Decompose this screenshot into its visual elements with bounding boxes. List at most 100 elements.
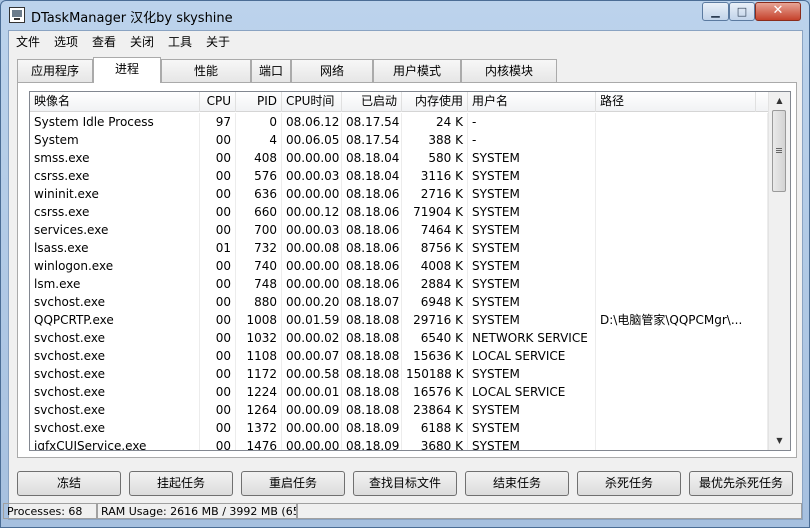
- freeze-button[interactable]: 冻结: [17, 471, 121, 496]
- cell-path: [596, 221, 768, 239]
- cell-username: SYSTEM: [468, 185, 596, 203]
- kill-task-button[interactable]: 杀死任务: [577, 471, 681, 496]
- vertical-scrollbar[interactable]: ▲ ▼: [768, 92, 790, 450]
- title-bar[interactable]: DTaskManager 汉化by skyshine ▁ □ ✕: [1, 1, 809, 29]
- restart-task-button[interactable]: 重启任务: [241, 471, 345, 496]
- cell-path: [596, 131, 768, 149]
- cell-username: -: [468, 113, 596, 131]
- menu-view[interactable]: 查看: [89, 33, 119, 50]
- cell-started: 08.18.06: [342, 257, 402, 275]
- grip-icon: [776, 148, 782, 153]
- menu-about[interactable]: 关于: [203, 33, 233, 50]
- close-button[interactable]: ✕: [755, 2, 801, 21]
- table-row[interactable]: svchost.exe 00 1372 00.00.00 08.18.09 6188 KS…: [30, 419, 768, 437]
- cell-cpu-time: 00.00.08: [282, 239, 342, 257]
- cell-path: [596, 419, 768, 437]
- cell-cpu: 97: [200, 113, 236, 131]
- suspend-task-button[interactable]: 挂起任务: [129, 471, 233, 496]
- table-row[interactable]: services.exe 00 700 00.00.03 08.18.06 7464 KS…: [30, 221, 768, 239]
- cell-started: 08.17.54: [342, 113, 402, 131]
- column-username[interactable]: 用户名: [468, 92, 596, 112]
- tab-network[interactable]: 网络: [291, 59, 373, 82]
- cell-pid: 880: [236, 293, 282, 311]
- column-cpu[interactable]: CPU: [200, 92, 236, 112]
- cell-pid: 0: [236, 113, 282, 131]
- table-row[interactable]: System 00 4 00.06.05 08.17.54 388 K-: [30, 131, 768, 149]
- cell-started: 08.17.54: [342, 131, 402, 149]
- table-row[interactable]: winlogon.exe 00 740 00.00.00 08.18.06 4008 KS…: [30, 257, 768, 275]
- cell-cpu: 00: [200, 257, 236, 275]
- table-row[interactable]: QQPCRTP.exe 00 1008 00.01.59 08.18.08 29716 K…: [30, 311, 768, 329]
- column-cpu-time[interactable]: CPU时间: [282, 92, 342, 112]
- table-row[interactable]: igfxCUIService.exe 00 1476 00.00.00 08.18.09…: [30, 437, 768, 450]
- column-path[interactable]: 路径: [596, 92, 756, 112]
- table-row[interactable]: csrss.exe 00 660 00.00.12 08.18.06 71904 K SYS…: [30, 203, 768, 221]
- table-row[interactable]: svchost.exe 00 1172 00.00.58 08.18.08 150188 …: [30, 365, 768, 383]
- column-memory[interactable]: 内存使用: [402, 92, 468, 112]
- cell-cpu-time: 00.00.00: [282, 419, 342, 437]
- cell-started: 08.18.09: [342, 419, 402, 437]
- cell-memory: 2884 K: [402, 275, 468, 293]
- cell-pid: 636: [236, 185, 282, 203]
- processes-panel: 映像名 CPU PID CPU时间 已启动 内存使用 用户名 路径 System…: [17, 82, 797, 458]
- end-task-button[interactable]: 结束任务: [465, 471, 569, 496]
- tab-processes[interactable]: 进程: [93, 57, 161, 83]
- table-row[interactable]: svchost.exe 00 1032 00.00.02 08.18.08 6540 KN…: [30, 329, 768, 347]
- cell-cpu-time: 00.00.00: [282, 257, 342, 275]
- tab-user-mode[interactable]: 用户模式: [373, 59, 461, 82]
- cell-memory: 7464 K: [402, 221, 468, 239]
- table-row[interactable]: svchost.exe 00 1224 00.00.01 08.18.08 16576 K…: [30, 383, 768, 401]
- column-image-name[interactable]: 映像名: [30, 92, 200, 112]
- maximize-button[interactable]: □: [729, 2, 755, 21]
- cell-memory: 29716 K: [402, 311, 468, 329]
- menu-tools[interactable]: 工具: [165, 33, 195, 50]
- minimize-button[interactable]: ▁: [702, 2, 729, 21]
- table-row[interactable]: smss.exe 00 408 00.00.00 08.18.04 580 K SYSTEM: [30, 149, 768, 167]
- cell-username: SYSTEM: [468, 203, 596, 221]
- cell-started: 08.18.06: [342, 221, 402, 239]
- cell-path: [596, 239, 768, 257]
- cell-image-name: lsass.exe: [30, 239, 200, 257]
- table-row[interactable]: lsass.exe 01 732 00.00.08 08.18.06 8756 K SYST…: [30, 239, 768, 257]
- scroll-up-icon[interactable]: ▲: [769, 92, 790, 109]
- cell-cpu: 00: [200, 311, 236, 329]
- scroll-thumb[interactable]: [772, 110, 786, 192]
- table-row[interactable]: lsm.exe 00 748 00.00.00 08.18.06 2884 K SYSTEM: [30, 275, 768, 293]
- tab-applications[interactable]: 应用程序: [17, 59, 93, 82]
- cell-cpu-time: 00.00.20: [282, 293, 342, 311]
- cell-started: 08.18.07: [342, 293, 402, 311]
- table-row[interactable]: System Idle Process 97 0 08.06.12 08.17.54 24…: [30, 113, 768, 131]
- cell-memory: 23864 K: [402, 401, 468, 419]
- table-row[interactable]: wininit.exe 00 636 00.00.00 08.18.06 2716 K SY…: [30, 185, 768, 203]
- cell-image-name: svchost.exe: [30, 329, 200, 347]
- cell-memory: 580 K: [402, 149, 468, 167]
- cell-path: [596, 275, 768, 293]
- column-pid[interactable]: PID: [236, 92, 282, 112]
- table-row[interactable]: svchost.exe 00 880 00.00.20 08.18.07 6948 K SY…: [30, 293, 768, 311]
- cell-cpu: 00: [200, 329, 236, 347]
- menu-file[interactable]: 文件: [13, 33, 43, 50]
- cell-started: 08.18.06: [342, 239, 402, 257]
- cell-image-name: svchost.exe: [30, 401, 200, 419]
- cell-pid: 660: [236, 203, 282, 221]
- table-row[interactable]: csrss.exe 00 576 00.00.03 08.18.04 3116 K SYST…: [30, 167, 768, 185]
- tab-performance[interactable]: 性能: [161, 59, 251, 82]
- cell-pid: 1476: [236, 437, 282, 450]
- cell-image-name: System Idle Process: [30, 113, 200, 131]
- cell-started: 08.18.08: [342, 329, 402, 347]
- column-started[interactable]: 已启动: [342, 92, 402, 112]
- tab-kernel-modules[interactable]: 内核模块: [461, 59, 557, 82]
- table-row[interactable]: svchost.exe 00 1108 00.00.07 08.18.08 15636 K…: [30, 347, 768, 365]
- menu-options[interactable]: 选项: [51, 33, 81, 50]
- process-list[interactable]: 映像名 CPU PID CPU时间 已启动 内存使用 用户名 路径 System…: [29, 91, 791, 451]
- cell-cpu-time: 00.00.12: [282, 203, 342, 221]
- cell-memory: 3680 K: [402, 437, 468, 450]
- find-target-file-button[interactable]: 查找目标文件: [353, 471, 457, 496]
- menu-close[interactable]: 关闭: [127, 33, 157, 50]
- cell-path: [596, 149, 768, 167]
- scroll-down-icon[interactable]: ▼: [769, 432, 790, 449]
- priority-kill-task-button[interactable]: 最优先杀死任务: [689, 471, 793, 496]
- cell-username: SYSTEM: [468, 239, 596, 257]
- table-row[interactable]: svchost.exe 00 1264 00.00.09 08.18.08 23864 K…: [30, 401, 768, 419]
- tab-ports[interactable]: 端口: [251, 59, 291, 82]
